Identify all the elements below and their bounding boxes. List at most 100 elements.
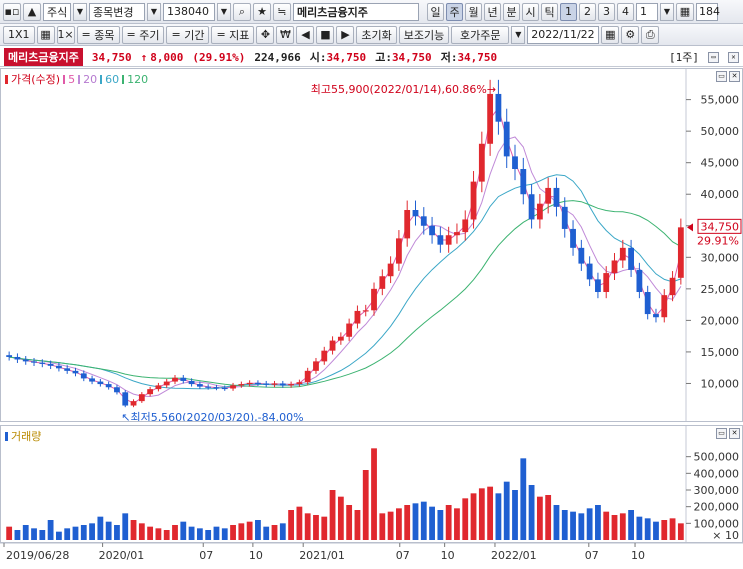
period-week-button[interactable]: 주: [446, 2, 463, 21]
favorite-star-icon[interactable]: ★: [253, 2, 271, 21]
date-input[interactable]: 2022/11/22: [527, 25, 600, 44]
volume-bar: [296, 506, 303, 540]
volume-bar: [72, 526, 79, 540]
chevron-down-icon[interactable]: ▼: [73, 2, 87, 21]
candle-body: [454, 232, 460, 236]
candle-body: [138, 394, 145, 402]
volume-bar: [271, 525, 278, 540]
stock-change-select[interactable]: 종목변경: [89, 2, 145, 21]
print-icon[interactable]: ⎙: [641, 25, 660, 44]
maximize-icon[interactable]: ▭: [708, 51, 719, 63]
volume-chart-panel[interactable]: 거래량 ▭ ✕ 500,000 400,000 300,000 200,000 100,…: [0, 425, 743, 543]
chevron-down-icon[interactable]: ▼: [217, 2, 231, 21]
candle-body: [429, 225, 435, 236]
candle-body: [271, 383, 278, 385]
equals-icon: =: [81, 28, 95, 41]
stop-icon[interactable]: ■: [316, 25, 335, 44]
search-icon[interactable]: ⌕: [233, 2, 251, 21]
calendar-icon[interactable]: ▦: [601, 25, 620, 44]
chevron-down-icon[interactable]: ▼: [660, 2, 674, 21]
y-tick-label: 25,000: [701, 283, 740, 296]
market-select[interactable]: 주식: [43, 2, 71, 21]
chevron-down-icon[interactable]: ▼: [511, 25, 526, 44]
candle-body: [487, 93, 494, 144]
layout-1x1-icon[interactable]: 1×: [56, 25, 75, 44]
ma20-line: [9, 136, 682, 398]
period-year-button[interactable]: 년: [484, 2, 501, 21]
candle-body: [503, 121, 510, 157]
candle-body: [669, 277, 676, 296]
candle-body: [6, 355, 13, 357]
volume-bar: [512, 490, 518, 540]
equals-icon: =: [126, 28, 140, 41]
rewind-icon[interactable]: ◀: [296, 25, 315, 44]
number-button-1[interactable]: 1: [560, 2, 577, 21]
volume-bar: [611, 515, 618, 540]
time-axis-svg: 2019/06/28 2020/01 07 10 2021/01 07 10 2022/01 0…: [0, 542, 743, 562]
cycle-button-label: 주기: [139, 28, 160, 42]
period-day-button[interactable]: 일: [427, 2, 444, 21]
price-chart-panel[interactable]: 가격(수정) 5 20 60 120 ▭ ✕ 55,000 50,000 45,00…: [0, 68, 743, 422]
settings-gear-icon[interactable]: ⚙: [621, 25, 640, 44]
chart-toolbar: 1X1 ▦ 1× = 종목 = 주기 = 기간 = 지표 ✥ ₩ ◀ ■ ▶ 초…: [0, 24, 743, 46]
term-button[interactable]: = 기간: [166, 25, 210, 44]
count-input[interactable]: 184: [696, 2, 720, 21]
grid-icon[interactable]: ▦: [36, 25, 55, 44]
number-button-4[interactable]: 4: [617, 2, 634, 21]
period-tick-button[interactable]: 틱: [541, 2, 558, 21]
volume-chart[interactable]: 500,000400,000300,000200,000100,000× 10: [1, 426, 742, 542]
menu-icon[interactable]: ▪▫: [3, 2, 21, 21]
volume-tick-label: 500,000: [694, 451, 740, 464]
number-button-3[interactable]: 3: [598, 2, 615, 21]
y-tick-label: 50,000: [701, 125, 740, 138]
low-annotation: ↖최저5,560(2020/03/20),-84.00%: [121, 411, 303, 421]
candle-body: [354, 310, 361, 324]
stock-name-field: 메리츠금융지주: [293, 2, 419, 21]
volume-bar: [462, 498, 469, 540]
up-arrow-icon[interactable]: ▲: [23, 2, 41, 21]
calendar-icon[interactable]: ▦: [676, 2, 694, 21]
order-button[interactable]: 호가주문: [451, 25, 510, 44]
crosshair-icon[interactable]: ₩: [276, 25, 295, 44]
main-toolbar: ▪▫ ▲ 주식 ▼ 종목변경 ▼ 138040 ▼ ⌕ ★ ≒ 메리츠금융지주 …: [0, 0, 743, 24]
stock-code-input[interactable]: 138040: [163, 2, 215, 21]
volume-bar: [412, 503, 419, 540]
x-tick-label: 2019/06/28: [6, 549, 69, 562]
item-button[interactable]: = 종목: [76, 25, 120, 44]
volume-bar: [230, 525, 236, 540]
aux-function-button[interactable]: 보조기능: [398, 25, 450, 44]
candle-body: [329, 340, 336, 351]
close-icon[interactable]: ✕: [728, 51, 739, 63]
chevron-down-icon[interactable]: ▼: [147, 2, 161, 21]
reset-button[interactable]: 초기화: [356, 25, 397, 44]
period-month-button[interactable]: 월: [465, 2, 482, 21]
play-icon[interactable]: ▶: [336, 25, 355, 44]
move-cross-icon[interactable]: ✥: [256, 25, 275, 44]
period-hour-button[interactable]: 시: [522, 2, 539, 21]
interval-input[interactable]: 1: [636, 2, 658, 21]
info-icon[interactable]: ≒: [273, 2, 291, 21]
candle-body: [122, 392, 129, 406]
volume-bar: [238, 523, 245, 540]
volume-bar: [39, 530, 46, 540]
number-button-2[interactable]: 2: [579, 2, 596, 21]
indicator-button[interactable]: = 지표: [211, 25, 255, 44]
candle-body: [155, 385, 162, 390]
volume-bar: [47, 520, 54, 540]
item-button-label: 종목: [94, 28, 115, 42]
period-minute-button[interactable]: 분: [503, 2, 520, 21]
volume-bar: [172, 525, 178, 540]
volume-bar: [97, 516, 104, 540]
last-pct-tag: 29.91%: [697, 234, 739, 247]
candle-body: [379, 276, 386, 289]
volume-bar: [545, 495, 552, 540]
volume-bar: [246, 521, 253, 540]
volume-bar: [470, 493, 477, 540]
candle-body: [412, 210, 419, 217]
price-chart[interactable]: 55,00050,00045,00040,00035,00030,00025,0…: [1, 69, 742, 421]
cycle-button[interactable]: = 주기: [121, 25, 165, 44]
volume-value: 224,966: [254, 50, 301, 64]
volume-bar: [487, 486, 494, 540]
candle-body: [196, 384, 203, 387]
layout-button[interactable]: 1X1: [3, 25, 35, 44]
